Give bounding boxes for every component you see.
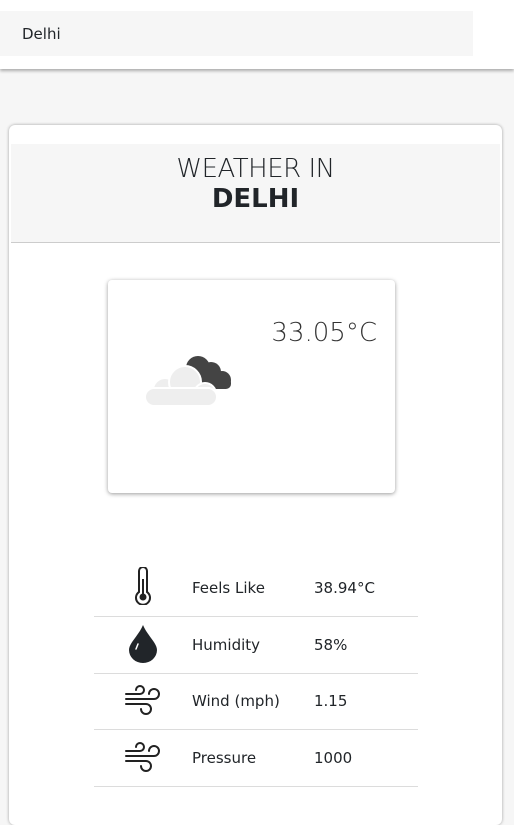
detail-value: 1.15 bbox=[314, 673, 418, 730]
weather-card: WEATHER IN DELHI 33.05°C Feels Like 38.9… bbox=[9, 125, 502, 825]
detail-value: 38.94°C bbox=[314, 560, 418, 617]
city-search-input[interactable] bbox=[0, 11, 473, 56]
droplet-icon bbox=[129, 624, 157, 663]
table-row: Pressure 1000 bbox=[94, 729, 418, 787]
weather-details-table: Feels Like 38.94°C Humidity 58% Wind (mp… bbox=[94, 560, 418, 787]
table-row: Wind (mph) 1.15 bbox=[94, 673, 418, 730]
detail-label: Pressure bbox=[192, 729, 314, 787]
cloudy-icon bbox=[144, 356, 231, 407]
detail-label: Feels Like bbox=[192, 560, 314, 617]
title-line: WEATHER IN bbox=[176, 154, 335, 184]
temperature: 33.05°C bbox=[271, 318, 377, 348]
city-name: DELHI bbox=[211, 184, 300, 214]
table-row: Humidity 58% bbox=[94, 616, 418, 674]
detail-label: Humidity bbox=[192, 616, 314, 674]
card-header: WEATHER IN DELHI bbox=[11, 144, 500, 243]
current-weather-card: 33.05°C bbox=[108, 280, 395, 493]
detail-label: Wind (mph) bbox=[192, 673, 314, 730]
wind-icon bbox=[125, 741, 160, 772]
detail-value: 1000 bbox=[314, 729, 418, 787]
table-row: Feels Like 38.94°C bbox=[94, 560, 418, 617]
top-bar bbox=[0, 0, 514, 69]
detail-value: 58% bbox=[314, 616, 418, 674]
thermometer-icon bbox=[135, 566, 151, 606]
wind-icon bbox=[125, 685, 160, 716]
